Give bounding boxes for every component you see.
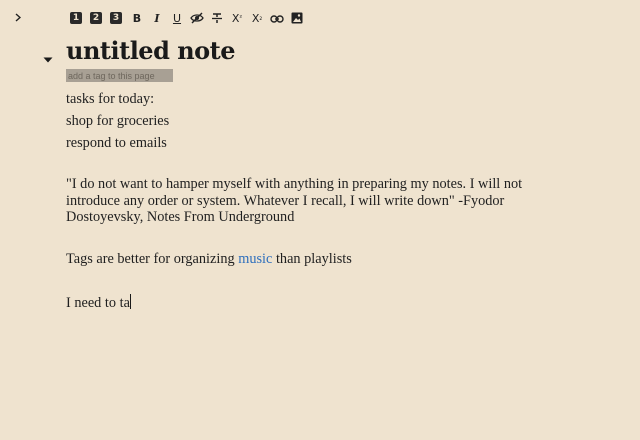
heading-1-button[interactable]: 1 [70,12,82,24]
note-editor[interactable]: tasks for today: shop for groceries resp… [66,88,566,314]
link-button[interactable] [270,11,284,25]
note-line: tasks for today: [66,91,155,107]
bold-button[interactable]: B [130,11,144,25]
tags-sentence: Tags are better for organizing music tha… [66,248,566,270]
heading-3-button[interactable]: 3 [110,12,122,24]
text-cursor [129,293,131,309]
quote-paragraph: "I do not want to hamper myself with any… [66,176,523,225]
collapse-note-button[interactable] [43,48,53,63]
tags-sentence-before: Tags are better for organizing [66,250,239,267]
chevron-right-icon [15,7,22,26]
eye-off-icon [190,9,204,28]
caret-down-icon [43,48,53,67]
bold-label: B [132,11,142,25]
heading-2-button[interactable]: 2 [90,12,102,24]
typing-line-text: I need to ta [66,294,130,311]
subscript-button[interactable]: X₂ [250,11,264,25]
hide-text-button[interactable] [190,11,204,25]
music-tag-link[interactable]: music [238,251,272,267]
underline-button[interactable]: U [170,11,184,25]
formatting-toolbar: 1 2 3 B I U X² X₂ [70,10,310,26]
subscript-label: X [251,11,260,25]
insert-image-button[interactable] [290,11,304,25]
note-line: shop for groceries [66,113,170,129]
sidebar-toggle-button[interactable] [12,9,24,23]
heading-2-label: 2 [92,13,100,23]
tag-input[interactable] [66,69,173,82]
image-icon [291,9,303,28]
tags-sentence-after: than playlists [272,250,352,267]
italic-button[interactable]: I [150,11,164,25]
italic-label: I [154,11,160,25]
superscript-mark: ² [239,14,243,22]
underline-label: U [172,11,182,25]
note-line: respond to emails [66,135,167,151]
superscript-button[interactable]: X² [230,11,244,25]
heading-1-label: 1 [72,13,80,23]
strikethrough-button[interactable] [210,11,224,25]
superscript-label: X [231,11,240,25]
note-title[interactable]: untitled note [66,36,236,65]
link-icon [270,9,284,28]
heading-3-label: 3 [112,13,120,23]
typing-line: I need to ta [66,292,566,314]
subscript-mark: ₂ [259,14,263,22]
strikethrough-icon [211,9,223,28]
